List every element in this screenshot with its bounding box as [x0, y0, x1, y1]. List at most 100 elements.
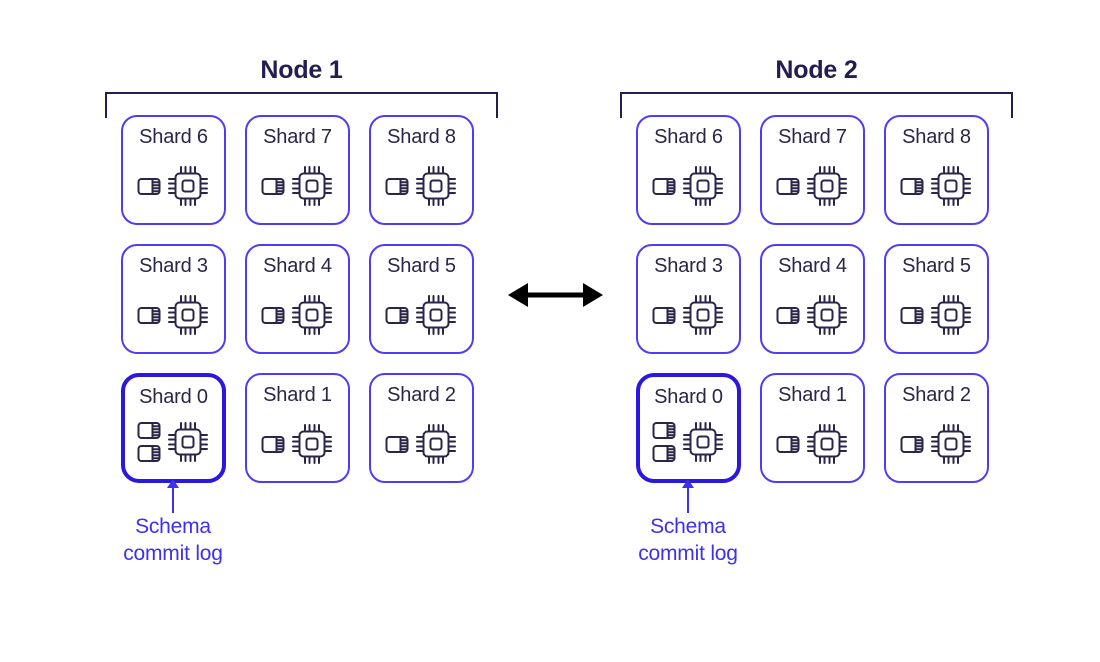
shard-icons [371, 415, 472, 473]
shard-box[interactable]: Shard 4 [245, 244, 350, 354]
shard-box[interactable]: Shard 5 [884, 244, 989, 354]
disk-stack [385, 177, 409, 196]
disk-stack [137, 177, 161, 196]
cpu-chip-icon [680, 163, 726, 209]
shard-label: Shard 4 [778, 255, 847, 277]
storage-card-icon [776, 177, 800, 196]
disk-stack [776, 435, 800, 454]
node-group-1: Node 1 [105, 55, 498, 120]
storage-card-icon [137, 444, 161, 463]
shard-box[interactable]: Shard 4 [760, 244, 865, 354]
disk-stack [652, 177, 676, 196]
cpu-chip-icon [165, 292, 211, 338]
disk-stack [385, 306, 409, 325]
storage-card-icon [652, 444, 676, 463]
shard-label: Shard 4 [263, 255, 332, 277]
shard-box[interactable]: Shard 6 [636, 115, 741, 225]
cpu-chip-icon [928, 292, 974, 338]
storage-card-icon [137, 177, 161, 196]
shard-box[interactable]: Shard 2 [369, 373, 474, 483]
node-1-title: Node 1 [260, 56, 343, 84]
shard-box[interactable]: Shard 1 [760, 373, 865, 483]
cpu-chip-icon [289, 421, 335, 467]
storage-card-icon [652, 306, 676, 325]
shard-icons [886, 286, 987, 344]
disk-stack [137, 421, 161, 463]
storage-card-icon [385, 435, 409, 454]
shard-box-primary[interactable]: Shard 0 [636, 373, 741, 483]
shard-label: Shard 1 [263, 384, 332, 406]
bracket-tick-left [620, 92, 622, 118]
shard-icons [371, 286, 472, 344]
bracket-bar [105, 92, 498, 94]
shard-label: Shard 8 [902, 126, 971, 148]
callout-up-arrow-icon [88, 478, 258, 513]
bracket-tick-left [105, 92, 107, 118]
cpu-chip-icon [413, 292, 459, 338]
shard-label: Shard 8 [387, 126, 456, 148]
node-group-2: Node 2 [620, 55, 1013, 120]
shard-box-primary[interactable]: Shard 0 [121, 373, 226, 483]
shard-icons [886, 157, 987, 215]
storage-card-icon [900, 306, 924, 325]
shard-label: Shard 7 [263, 126, 332, 148]
disk-stack [652, 306, 676, 325]
disk-stack [137, 306, 161, 325]
shard-box[interactable]: Shard 7 [245, 115, 350, 225]
cpu-chip-icon [804, 421, 850, 467]
storage-card-icon [137, 421, 161, 440]
shard-box[interactable]: Shard 6 [121, 115, 226, 225]
shard-label: Shard 6 [654, 126, 723, 148]
shard-label: Shard 7 [778, 126, 847, 148]
storage-card-icon [137, 306, 161, 325]
cpu-chip-icon [165, 419, 211, 465]
storage-card-icon [385, 306, 409, 325]
storage-card-icon [900, 177, 924, 196]
shard-icons [638, 286, 739, 344]
shard-box[interactable]: Shard 2 [884, 373, 989, 483]
shard-icons [247, 286, 348, 344]
storage-card-icon [652, 421, 676, 440]
shard-icons [125, 413, 222, 471]
storage-card-icon [261, 306, 285, 325]
cpu-chip-icon [289, 292, 335, 338]
shard-label: Shard 0 [654, 386, 723, 408]
callout-line-2: commit log [123, 542, 223, 565]
storage-card-icon [652, 177, 676, 196]
shard-box[interactable]: Shard 8 [884, 115, 989, 225]
cpu-chip-icon [413, 421, 459, 467]
shard-label: Shard 5 [902, 255, 971, 277]
cpu-chip-icon [289, 163, 335, 209]
cpu-chip-icon [804, 163, 850, 209]
shard-box[interactable]: Shard 3 [636, 244, 741, 354]
cpu-chip-icon [680, 419, 726, 465]
disk-stack [776, 177, 800, 196]
disk-stack [261, 435, 285, 454]
callout-up-arrow-icon [603, 478, 773, 513]
shard-label: Shard 0 [139, 386, 208, 408]
shard-label: Shard 1 [778, 384, 847, 406]
callout-line-2: commit log [638, 542, 738, 565]
shard-box[interactable]: Shard 7 [760, 115, 865, 225]
shard-grid-node-2: Shard 6 Shard 7 Shard 8 Shard 3 Shard 4 … [636, 115, 989, 483]
cpu-chip-icon [165, 163, 211, 209]
schema-commit-log-callout-node-1: Schema commit log [88, 478, 258, 567]
cpu-chip-icon [680, 292, 726, 338]
cpu-chip-icon [928, 421, 974, 467]
storage-card-icon [261, 177, 285, 196]
shard-icons [762, 286, 863, 344]
shard-label: Shard 2 [387, 384, 456, 406]
callout-line-1: Schema [135, 515, 211, 538]
callout-line-1: Schema [650, 515, 726, 538]
shard-label: Shard 3 [654, 255, 723, 277]
shard-icons [123, 157, 224, 215]
bracket-bar [620, 92, 1013, 94]
shard-box[interactable]: Shard 3 [121, 244, 226, 354]
disk-stack [900, 435, 924, 454]
cpu-chip-icon [804, 292, 850, 338]
cpu-chip-icon [928, 163, 974, 209]
shard-box[interactable]: Shard 5 [369, 244, 474, 354]
shard-box[interactable]: Shard 1 [245, 373, 350, 483]
node-2-title: Node 2 [775, 56, 858, 84]
shard-box[interactable]: Shard 8 [369, 115, 474, 225]
